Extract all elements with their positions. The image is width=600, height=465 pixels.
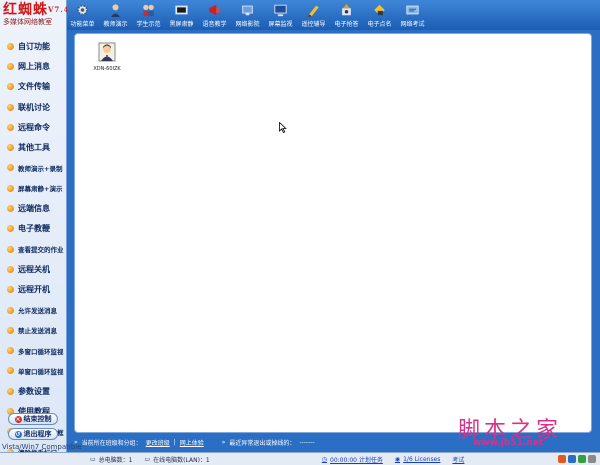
- bullet-icon: [7, 123, 14, 131]
- app-window: 红蜘蛛V7.4 多媒体网络教室 自订功能 网上消息 文件传输 联机讨论 远程命令…: [0, 0, 600, 465]
- cinema-icon: [242, 5, 253, 16]
- sidebar-item-shutdown[interactable]: 远程关机: [0, 259, 66, 279]
- toolbar-quick-answer[interactable]: 电子抢答: [331, 0, 362, 30]
- toolbar-network-exam[interactable]: 网络考试: [397, 0, 428, 30]
- exam-icon: [406, 5, 419, 15]
- arrow-icon: »: [74, 438, 78, 446]
- change-class-link[interactable]: 更改班级: [146, 438, 170, 447]
- sidebar-item-other-tools[interactable]: 其他工具: [0, 137, 66, 157]
- mouse-cursor-icon: [279, 122, 287, 133]
- class-info-bar: » 当前所在班级和分组： 更改班级 | 网上体验 » 最近异常退出或掉线的： -…: [74, 438, 315, 447]
- sidebar-item-message[interactable]: 网上消息: [0, 56, 66, 76]
- sidebar-item-demo-record[interactable]: 教师演示+录制: [0, 158, 66, 178]
- system-tray: [558, 455, 600, 463]
- end-control-button[interactable]: × 结束控制: [8, 413, 58, 425]
- exam-status[interactable]: 考试: [446, 455, 470, 464]
- scheduled-tasks[interactable]: ◷ 00:00:00 计划任务: [316, 455, 389, 464]
- tray-network-icon[interactable]: [578, 455, 586, 463]
- toolbar-black-screen[interactable]: 黑屏肃静: [166, 0, 197, 30]
- megaphone-icon: [209, 4, 220, 16]
- teacher-icon: [111, 4, 120, 17]
- bullet-icon: [7, 42, 14, 50]
- tray-ime-icon[interactable]: [568, 455, 576, 463]
- toolbar: 功能菜单 教师演示 学生示范 黑屏肃静 语音教学 网络影院 屏幕监视 遥控辅导: [67, 0, 600, 30]
- buzzer-icon: [342, 3, 351, 16]
- computer-icon: ▭: [90, 455, 96, 463]
- monitor-icon: [274, 4, 287, 17]
- bullet-icon: [7, 144, 14, 152]
- clock-icon: ◷: [321, 455, 327, 463]
- toolbar-remote-tutoring[interactable]: 遥控辅导: [298, 0, 329, 30]
- sidebar-item-block-messages[interactable]: 禁止发送消息: [0, 320, 66, 340]
- bullet-icon: [7, 347, 14, 355]
- bullet-icon: [7, 306, 14, 314]
- bullet-icon: [7, 184, 14, 192]
- logo-name: 红蜘蛛: [3, 2, 48, 18]
- toolbar-screen-monitor[interactable]: 屏幕监视: [265, 0, 296, 30]
- black-screen-icon: [175, 5, 188, 15]
- power-icon: ↺: [14, 430, 22, 438]
- sidebar-item-multi-monitor[interactable]: 多窗口循环监视: [0, 340, 66, 360]
- arrow-icon: »: [221, 438, 226, 446]
- sidebar-item-remote-command[interactable]: 远程命令: [0, 117, 66, 137]
- bullet-icon: [7, 225, 14, 233]
- bullet-icon: [7, 286, 14, 294]
- bullet-icon: [7, 326, 14, 334]
- class-info-label: 当前所在班级和分组：: [81, 439, 142, 447]
- bullet-icon: [7, 103, 14, 111]
- toolbar-function-menu[interactable]: 功能菜单: [67, 0, 98, 30]
- bullet-icon: [7, 164, 14, 172]
- sidebar-item-remote-info[interactable]: 远端信息: [0, 198, 66, 218]
- sidebar-item-pointer[interactable]: 电子教鞭: [0, 219, 66, 239]
- bullet-icon: [7, 205, 14, 213]
- bullet-icon: [7, 83, 14, 91]
- sidebar-item-file-transfer[interactable]: 文件传输: [0, 77, 66, 97]
- bullet-icon: [7, 387, 14, 395]
- toolbar-student-demo[interactable]: 学生示范: [133, 0, 164, 30]
- sidebar-item-settings[interactable]: 参数设置: [0, 381, 66, 401]
- students-icon: [143, 4, 154, 17]
- group-link[interactable]: 网上体验: [180, 438, 204, 447]
- tray-settings-icon[interactable]: [588, 455, 596, 463]
- toolbar-teacher-demo[interactable]: 教师演示: [100, 0, 131, 30]
- bullet-icon: [7, 367, 14, 375]
- exit-program-button[interactable]: ↺ 退出程序: [8, 428, 58, 440]
- sidebar-item-discussion[interactable]: 联机讨论: [0, 97, 66, 117]
- remote-pen-icon: [308, 5, 319, 17]
- gear-icon: [77, 4, 88, 16]
- compat-label: Vista/Win7 Compatible: [2, 443, 82, 451]
- sidebar-item-silence-demo[interactable]: 屏幕肃静+演示: [0, 178, 66, 198]
- bullet-icon: [7, 245, 14, 253]
- status-bar: ▭ 总电脑数：1 ▭ 在线电脑数(LAN)：1 ◷ 00:00:00 计划任务 …: [0, 452, 600, 465]
- sidebar-item-single-monitor[interactable]: 单窗口循环监视: [0, 361, 66, 381]
- toolbar-network-cinema[interactable]: 网络影院: [232, 0, 263, 30]
- sidebar-menu: 自订功能 网上消息 文件传输 联机讨论 远程命令 其他工具 教师演示+录制 屏幕…: [0, 36, 66, 462]
- disconnected-value: -------: [299, 438, 315, 446]
- close-icon: ×: [14, 415, 22, 423]
- sidebar-item-homework[interactable]: 查看提交的作业: [0, 239, 66, 259]
- tray-app-icon[interactable]: [558, 455, 566, 463]
- bullet-icon: [7, 265, 14, 273]
- logo-subtitle: 多媒体网络教室: [3, 18, 52, 26]
- bullet-icon: [7, 62, 14, 70]
- student-computer[interactable]: XDN-60IZK: [87, 42, 127, 72]
- student-name: XDN-60IZK: [93, 66, 121, 72]
- student-avatar-icon: [98, 42, 116, 62]
- app-logo: 红蜘蛛V7.4 多媒体网络教室: [0, 0, 69, 36]
- online-computers: ▭ 在线电脑数(LAN)：1: [144, 455, 210, 464]
- student-workspace[interactable]: XDN-60IZK 脚本之家 www.jb51.net: [74, 33, 592, 448]
- rollcall-icon: [374, 4, 385, 16]
- network-icon: ▭: [144, 455, 151, 463]
- toolbar-voice-teaching[interactable]: 语音教学: [199, 0, 230, 30]
- toolbar-roll-call[interactable]: 电子点名: [364, 0, 395, 30]
- sidebar-item-allow-messages[interactable]: 允许发送消息: [0, 300, 66, 320]
- licenses[interactable]: ◉ 1/6 Licenses: [389, 456, 447, 463]
- license-icon: ◉: [394, 455, 401, 463]
- total-computers: ▭ 总电脑数：1: [90, 455, 133, 464]
- disconnected-label: 最近异常退出或掉线的：: [229, 439, 296, 447]
- sidebar-item-custom[interactable]: 自订功能: [0, 36, 66, 56]
- sidebar: 红蜘蛛V7.4 多媒体网络教室 自订功能 网上消息 文件传输 联机讨论 远程命令…: [0, 0, 69, 457]
- sidebar-item-power-on[interactable]: 远程开机: [0, 280, 66, 300]
